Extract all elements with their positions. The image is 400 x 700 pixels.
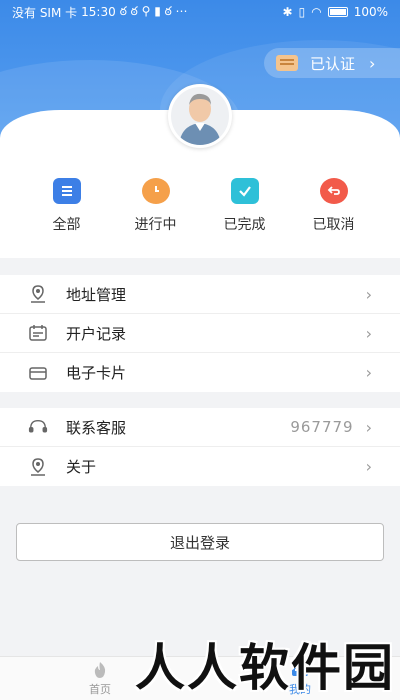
tab-home-label: 首页 xyxy=(89,683,111,696)
order-completed-label: 已完成 xyxy=(223,217,266,233)
card-icon xyxy=(28,363,48,383)
menu-item-account-records[interactable]: 开户记录 › xyxy=(0,314,400,353)
order-completed-button[interactable]: 已完成 xyxy=(200,178,289,234)
menu-label-about: 关于 xyxy=(66,458,97,476)
location-info-icon xyxy=(28,457,48,477)
menu-label-e-card: 电子卡片 xyxy=(66,364,127,382)
headset-icon xyxy=(28,417,48,437)
verified-badge[interactable]: 已认证 › xyxy=(264,48,400,78)
battery-percent: 100% xyxy=(353,5,388,19)
carrier-text: 没有 SIM 卡 xyxy=(12,5,78,20)
time-text: 15:30 xyxy=(81,5,116,19)
wifi-icon: ◠ xyxy=(311,5,322,19)
tab-home[interactable]: 首页 xyxy=(78,661,122,697)
menu-item-about[interactable]: 关于 › xyxy=(0,447,400,486)
chevron-right-icon: › xyxy=(365,284,372,304)
chevron-right-icon: › xyxy=(365,457,372,476)
chevron-right-icon: › xyxy=(365,323,372,343)
chevron-right-icon: › xyxy=(365,363,372,382)
verify-label: 已认证 xyxy=(310,54,356,73)
menu-item-address[interactable]: 地址管理 › xyxy=(0,275,400,314)
menu-group-support: 联系客服 967779 › 关于 › xyxy=(0,408,400,486)
undo-icon xyxy=(319,178,348,204)
user-avatar-icon xyxy=(171,87,229,145)
watermark-text: 人人软件园 xyxy=(135,639,395,697)
order-all-button[interactable]: 全部 xyxy=(22,178,111,234)
order-in-progress-label: 进行中 xyxy=(134,217,177,233)
home-flame-icon xyxy=(94,662,106,678)
clock-icon xyxy=(141,178,170,204)
location-icon xyxy=(28,284,48,304)
avatar[interactable] xyxy=(168,84,232,148)
order-all-label: 全部 xyxy=(52,217,81,233)
order-cancelled-button[interactable]: 已取消 xyxy=(289,178,378,234)
menu-item-e-card[interactable]: 电子卡片 › xyxy=(0,353,400,392)
chevron-right-icon: › xyxy=(365,417,372,437)
menu-group-account: 地址管理 › 开户记录 › 电子卡片 › xyxy=(0,275,400,392)
status-bar: 没有 SIM 卡 15:30 ఠ ఠ ⚲ ▮ ఠ ⋯ ✱ ▯ ◠ 100% xyxy=(0,0,400,24)
id-card-icon xyxy=(276,55,298,71)
check-clipboard-icon xyxy=(230,178,259,204)
vibrate-icon: ▯ xyxy=(298,5,306,19)
customer-service-number: 967779 xyxy=(290,418,354,436)
order-in-progress-button[interactable]: 进行中 xyxy=(111,178,200,234)
menu-label-account-records: 开户记录 xyxy=(66,324,127,343)
clipboard-list-icon xyxy=(52,178,81,204)
menu-item-customer-service[interactable]: 联系客服 967779 › xyxy=(0,408,400,447)
menu-label-address: 地址管理 xyxy=(66,285,127,304)
order-cancelled-label: 已取消 xyxy=(312,217,355,233)
logout-button[interactable]: 退出登录 xyxy=(16,523,384,561)
chevron-right-icon: › xyxy=(369,53,376,73)
calendar-icon xyxy=(28,323,48,343)
order-shortcuts: 全部 进行中 已完成 已取消 xyxy=(0,178,400,234)
battery-icon xyxy=(327,7,348,17)
menu-label-customer-service: 联系客服 xyxy=(66,418,127,437)
notification-icons: ఠ ఠ ⚲ ▮ ఠ ⋯ xyxy=(119,3,188,18)
bluetooth-icon: ✱ xyxy=(282,5,293,19)
